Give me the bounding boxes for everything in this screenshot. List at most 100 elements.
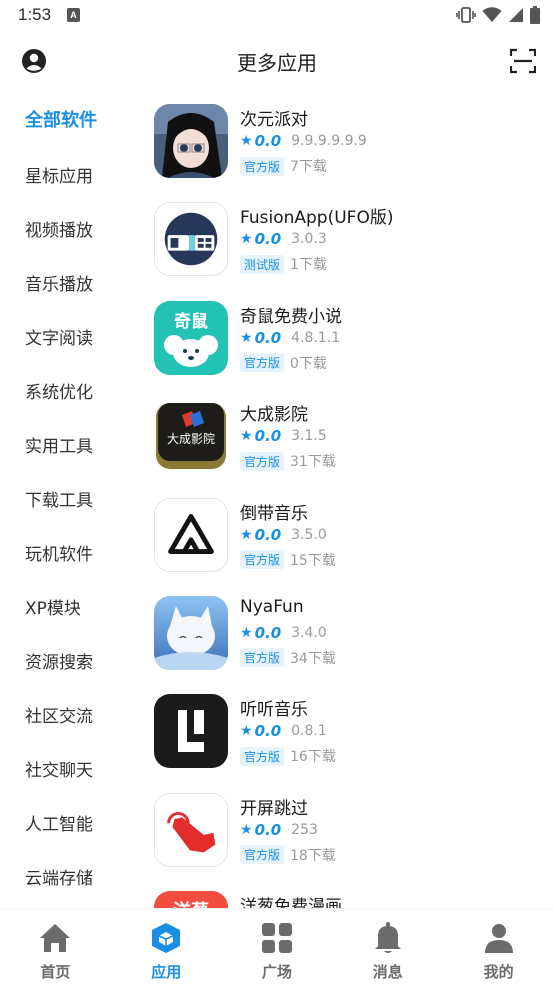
category-ai[interactable]: 人工智能: [0, 798, 140, 852]
category-cloud[interactable]: 云端存储: [0, 852, 140, 906]
app-version: 0.8.1: [291, 723, 327, 740]
nyafun-catgirl-icon[interactable]: [154, 595, 228, 670]
app-list-item[interactable]: 洋葱 洋葱免费漫画: [150, 883, 554, 908]
scan-icon[interactable]: [510, 48, 536, 74]
signal-icon: [509, 8, 523, 22]
app-rating: 0.0: [254, 525, 282, 544]
download-count: 16下载: [290, 749, 336, 766]
nav-apps[interactable]: 应用: [111, 909, 222, 984]
anime-girl-icon[interactable]: [154, 104, 228, 178]
app-list-item[interactable]: 开屏跳过 ★ 0.0 253 官方版 18下载: [150, 785, 554, 883]
app-name: 洋葱免费漫画: [240, 897, 342, 908]
app-list-item[interactable]: 次元派对 ★ 0.0 9.9.9.9.9.9 官方版 7下载: [150, 96, 554, 194]
category-tweaks[interactable]: 玩机软件: [0, 528, 140, 582]
release-badge: 官方版: [240, 451, 285, 471]
app-version: 253: [291, 821, 318, 838]
release-badge: 官方版: [240, 156, 285, 176]
page-title: 更多应用: [237, 51, 317, 75]
app-tags: 官方版 15下载: [240, 550, 336, 570]
category-video[interactable]: 视频播放: [0, 204, 140, 258]
fusion-app-icon[interactable]: [154, 202, 228, 277]
download-count: 18下载: [290, 847, 336, 864]
tingting-music-icon[interactable]: [154, 694, 228, 769]
nav-label: 我的: [483, 963, 514, 981]
status-time: 1:53: [18, 5, 52, 24]
app-tags: 官方版 7下载: [240, 156, 327, 176]
category-music[interactable]: 音乐播放: [0, 258, 140, 312]
release-badge: 官方版: [240, 648, 285, 668]
category-all[interactable]: 全部软件: [0, 96, 140, 150]
app-meta: ★ 0.0 0.8.1: [240, 722, 327, 740]
category-reading[interactable]: 文字阅读: [0, 312, 140, 366]
app-rating: 0.0: [254, 820, 282, 839]
release-badge: 官方版: [240, 550, 285, 570]
app-name: 听听音乐: [240, 700, 308, 721]
mouse-novel-icon[interactable]: 奇鼠: [154, 300, 228, 375]
bottom-nav: 首页 应用 广场 消息 我的: [0, 908, 554, 984]
download-count: 34下载: [290, 650, 336, 667]
app-rating: 0.0: [254, 132, 282, 150]
dacheng-cinema-icon[interactable]: 大成影院: [154, 399, 228, 474]
app-rating: 0.0: [254, 328, 282, 347]
app-name: FusionApp(UFO版): [240, 208, 394, 229]
star-icon: ★: [240, 231, 253, 248]
home-icon: [40, 924, 71, 952]
app-version: 3.5.0: [291, 526, 327, 543]
star-icon: ★: [240, 723, 253, 740]
onion-comic-icon[interactable]: 洋葱: [154, 891, 228, 908]
app-tags: 测试版 1下载: [240, 254, 327, 274]
nav-profile[interactable]: 我的: [443, 909, 554, 984]
category-sidebar: 全部软件 星标应用 视频播放 音乐播放 文字阅读 系统优化 实用工具 下载工具 …: [0, 96, 140, 908]
category-download[interactable]: 下载工具: [0, 474, 140, 528]
app-rating: 0.0: [254, 427, 282, 446]
category-search[interactable]: 资源搜索: [0, 636, 140, 690]
app-list-item[interactable]: 奇鼠 奇鼠免费小说 ★ 0.0 4.8.1.1 官方版 0下载: [150, 293, 554, 391]
app-name: 开屏跳过: [240, 798, 308, 819]
app-header: 更多应用: [0, 32, 554, 90]
star-icon: ★: [240, 133, 253, 149]
app-name: 次元派对: [240, 110, 308, 130]
category-chat[interactable]: 社交聊天: [0, 744, 140, 798]
status-icons: [456, 4, 540, 26]
nav-square[interactable]: 广场: [222, 909, 333, 984]
star-icon: ★: [240, 329, 253, 346]
nav-home[interactable]: 首页: [0, 909, 111, 984]
app-list-item[interactable]: NyaFun ★ 0.0 3.4.0 官方版 34下载: [150, 588, 554, 686]
app-meta: ★ 0.0 3.0.3: [240, 230, 327, 248]
app-list-item[interactable]: 听听音乐 ★ 0.0 0.8.1 官方版 16下载: [150, 686, 554, 784]
app-meta: ★ 0.0 4.8.1.1: [240, 329, 340, 347]
nav-label: 消息: [372, 963, 403, 981]
nav-label: 首页: [40, 963, 71, 981]
app-name: 大成影院: [240, 405, 308, 426]
app-list-item[interactable]: 大成影院 大成影院 ★ 0.0 3.1.5 官方版 31下载: [150, 391, 554, 489]
category-starred[interactable]: 星标应用: [0, 150, 140, 204]
app-list-item[interactable]: FusionApp(UFO版) ★ 0.0 3.0.3 测试版 1下载: [150, 194, 554, 292]
status-bar: 1:53 A: [0, 0, 554, 32]
bell-icon: [374, 922, 401, 953]
download-count: 31下载: [290, 454, 336, 471]
category-tools[interactable]: 实用工具: [0, 420, 140, 474]
svg-text:洋葱: 洋葱: [173, 900, 209, 908]
svg-text:大成影院: 大成影院: [167, 432, 215, 446]
nav-label: 应用: [151, 963, 182, 981]
app-rating: 0.0: [254, 722, 282, 741]
app-version: 9.9.9.9.9.9: [291, 133, 367, 149]
tap-hand-icon[interactable]: [154, 792, 228, 867]
download-count: 7下载: [290, 159, 327, 175]
app-tags: 官方版 31下载: [240, 451, 336, 471]
app-meta: ★ 0.0 9.9.9.9.9.9: [240, 132, 367, 150]
app-meta: ★ 0.0 3.4.0: [240, 624, 327, 642]
star-icon: ★: [240, 821, 253, 838]
rewind-music-icon[interactable]: [154, 497, 228, 572]
download-count: 1下载: [290, 257, 327, 274]
apps-cube-icon: [152, 923, 181, 953]
app-meta: ★ 0.0 253: [240, 821, 318, 839]
app-version: 3.1.5: [291, 428, 327, 445]
battery-icon: [530, 6, 540, 24]
nav-messages[interactable]: 消息: [332, 909, 443, 984]
vibrate-icon: [456, 7, 476, 23]
category-system[interactable]: 系统优化: [0, 366, 140, 420]
app-list-item[interactable]: 倒带音乐 ★ 0.0 3.5.0 官方版 15下载: [150, 490, 554, 588]
category-xp[interactable]: XP模块: [0, 582, 140, 636]
category-community[interactable]: 社区交流: [0, 690, 140, 744]
